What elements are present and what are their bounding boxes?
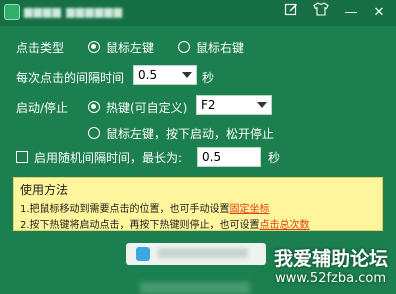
app-icon — [4, 4, 20, 20]
radio-right-button[interactable] — [178, 41, 190, 53]
help-line-1-text: 1.把鼠标移动到需要点击的位置，也可手动设置 — [20, 204, 230, 215]
minimize-button[interactable]: — — [340, 2, 362, 24]
random-interval-label[interactable]: 启用随机间隔时间，最长为: — [34, 149, 182, 166]
random-interval-unit: 秒 — [268, 151, 281, 165]
close-button[interactable]: ✕ — [368, 2, 390, 24]
help-line-2: 2.按下热键将启动点击，再按下热键则停止，也可设置点击总次数 — [20, 216, 310, 231]
title-bar[interactable]: ▆▆▆▆ ▆▆▆▆▆▆ — ✕ — [0, 0, 396, 26]
chevron-down-icon — [257, 102, 267, 108]
start-bar-blurred-text — [158, 248, 248, 258]
interval-select[interactable]: 0.5 — [133, 65, 197, 85]
help-title: 使用方法 — [20, 183, 69, 197]
radio-mouse-hold-button[interactable] — [88, 127, 100, 139]
hotkey-value: F2 — [201, 98, 216, 112]
pencil-square-icon — [284, 3, 297, 16]
hotkey-select[interactable]: F2 — [196, 95, 272, 115]
start-stop-label: 启动/停止 — [16, 101, 69, 115]
tshirt-icon — [313, 2, 329, 16]
radio-right-label[interactable]: 鼠标右键 — [196, 39, 244, 56]
help-line-1: 1.把鼠标移动到需要点击的位置，也可手动设置固定坐标 — [20, 200, 270, 215]
help-box: 使用方法 1.把鼠标移动到需要点击的位置，也可手动设置固定坐标 2.按下热键将启… — [13, 177, 383, 231]
interval-unit: 秒 — [202, 71, 215, 85]
chevron-down-icon — [182, 72, 192, 78]
main-window: ▆▆▆▆ ▆▆▆▆▆▆ — ✕ 点击类型 鼠标左键 鼠标右键 每次点击的间隔时间… — [0, 0, 396, 294]
edit-icon[interactable] — [280, 2, 302, 24]
fixed-coordinate-link[interactable]: 固定坐标 — [230, 204, 270, 215]
watermark-url: www.52fzba.com — [275, 271, 386, 286]
watermark-title: 我爱辅助论坛 — [273, 248, 388, 270]
radio-hotkey-label[interactable]: 热键(可自定义) — [106, 99, 187, 116]
window-title-blurred: ▆▆▆▆ ▆▆▆▆▆▆ — [24, 5, 124, 18]
content-panel: 点击类型 鼠标左键 鼠标右键 每次点击的间隔时间 0.5 秒 启动/停止 热键(… — [0, 26, 396, 294]
interval-value: 0.5 — [138, 68, 158, 82]
random-interval-input[interactable]: 0.5 — [197, 147, 261, 167]
radio-mouse-hold-label[interactable]: 鼠标左键，按下启动，松开停止 — [106, 125, 274, 142]
random-interval-checkbox[interactable] — [16, 151, 28, 163]
click-type-label: 点击类型 — [16, 41, 65, 55]
start-button-bar[interactable] — [126, 243, 266, 265]
radio-left-label[interactable]: 鼠标左键 — [106, 39, 154, 56]
interval-label: 每次点击的间隔时间 — [16, 71, 125, 85]
radio-left-button[interactable] — [88, 41, 100, 53]
app-badge-icon — [136, 247, 150, 261]
skin-button[interactable] — [310, 2, 332, 24]
footer-blurred-text — [140, 282, 250, 294]
click-count-link[interactable]: 点击总次数 — [260, 220, 310, 231]
radio-hotkey-button[interactable] — [88, 101, 100, 113]
help-line-2-text: 2.按下热键将启动点击，再按下热键则停止，也可设置 — [20, 220, 260, 231]
